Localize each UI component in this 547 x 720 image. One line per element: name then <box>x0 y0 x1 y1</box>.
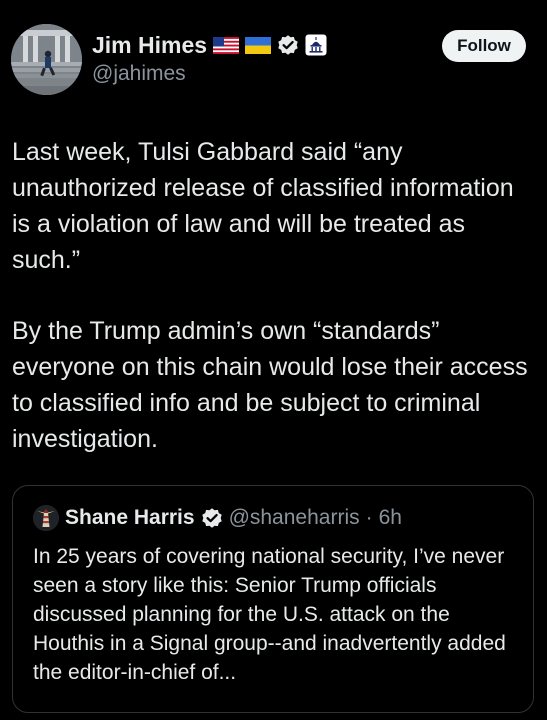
author-name-row: Jim Himes <box>92 30 327 60</box>
post-paragraph: By the Trump admin’s own “standards” eve… <box>12 317 528 453</box>
follow-button[interactable]: Follow <box>442 30 526 62</box>
quoted-post[interactable]: Shane Harris @shaneharris · 6h In 25 years… <box>12 485 534 713</box>
author-name[interactable]: Jim Himes <box>92 32 207 59</box>
us-flag-icon <box>213 36 240 54</box>
verified-badge-icon <box>278 35 298 55</box>
quoted-header: Shane Harris @shaneharris · 6h <box>33 504 402 532</box>
ukraine-flag-icon <box>245 36 272 54</box>
post-paragraph: Last week, Tulsi Gabbard said “any unaut… <box>12 138 514 274</box>
quoted-author-name[interactable]: Shane Harris <box>65 506 195 530</box>
author-handle[interactable]: @jahimes <box>92 62 186 86</box>
quoted-timestamp[interactable]: 6h <box>379 506 402 530</box>
quoted-separator: · <box>365 506 373 529</box>
quoted-avatar <box>33 505 59 531</box>
author-avatar[interactable] <box>11 24 82 95</box>
quoted-post-text: In 25 years of covering national securit… <box>33 545 506 684</box>
government-capitol-icon <box>305 34 327 56</box>
post: Jim Himes @jahimes Follow Last week, Tul… <box>0 0 547 720</box>
quoted-author-handle[interactable]: @shaneharris <box>229 506 360 530</box>
post-body: Last week, Tulsi Gabbard said “any unaut… <box>12 134 537 457</box>
lighthouse-icon <box>33 505 59 531</box>
verified-badge-icon <box>201 508 222 528</box>
capitol-steps-photo-icon <box>11 24 82 95</box>
